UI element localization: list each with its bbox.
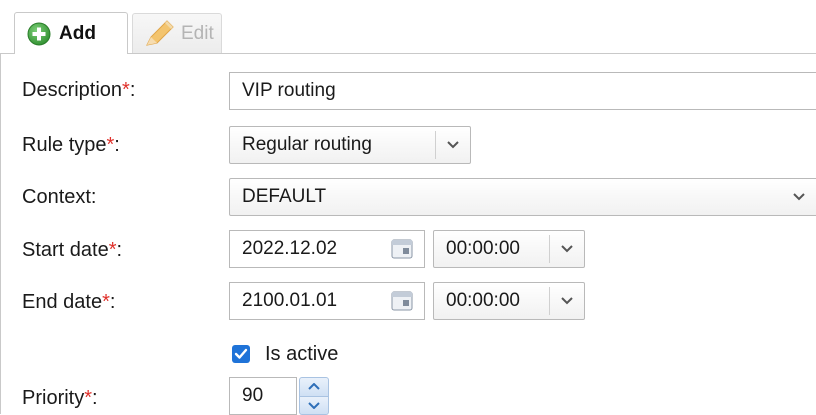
calendar-icon[interactable] bbox=[390, 237, 414, 261]
tab-bar: Add Edit bbox=[0, 0, 816, 54]
stepper-up-button[interactable] bbox=[299, 377, 329, 397]
rule-type-label: Rule type*: bbox=[22, 131, 120, 159]
is-active-label[interactable]: Is active bbox=[265, 342, 338, 366]
description-label: Description*: bbox=[22, 76, 135, 104]
tab-edit[interactable]: Edit bbox=[132, 13, 222, 53]
form-panel: Description*: VIP routing Rule type*: Re… bbox=[0, 53, 816, 414]
pencil-icon bbox=[143, 19, 175, 49]
stepper-down-button[interactable] bbox=[299, 397, 329, 415]
rule-type-select[interactable]: Regular routing bbox=[229, 126, 471, 164]
end-date-label: End date*: bbox=[22, 288, 115, 316]
chevron-down-icon bbox=[308, 402, 320, 409]
plus-circle-icon bbox=[27, 22, 51, 46]
chevron-down-icon[interactable] bbox=[782, 179, 816, 215]
priority-input[interactable]: 90 bbox=[229, 377, 297, 415]
priority-label: Priority*: bbox=[22, 384, 98, 412]
is-active-checkbox[interactable] bbox=[232, 345, 250, 363]
required-mark: * bbox=[102, 291, 110, 313]
chevron-down-icon[interactable] bbox=[436, 127, 470, 163]
chevron-up-icon bbox=[308, 383, 320, 390]
chevron-down-icon[interactable] bbox=[550, 231, 584, 267]
tab-add[interactable]: Add bbox=[14, 12, 128, 54]
context-select[interactable]: DEFAULT bbox=[229, 178, 816, 216]
priority-stepper[interactable] bbox=[299, 377, 329, 415]
end-time-select[interactable]: 00:00:00 bbox=[433, 282, 585, 320]
calendar-icon[interactable] bbox=[390, 289, 414, 313]
context-label: Context: bbox=[22, 183, 96, 211]
checkmark-icon bbox=[234, 348, 248, 360]
start-date-label: Start date*: bbox=[22, 236, 122, 264]
required-mark: * bbox=[84, 387, 92, 409]
tab-add-label: Add bbox=[59, 23, 96, 45]
description-input[interactable]: VIP routing bbox=[229, 72, 816, 110]
chevron-down-icon[interactable] bbox=[550, 283, 584, 319]
start-time-select[interactable]: 00:00:00 bbox=[433, 230, 585, 268]
tab-edit-label: Edit bbox=[181, 23, 214, 45]
required-mark: * bbox=[122, 79, 130, 101]
required-mark: * bbox=[109, 239, 117, 261]
